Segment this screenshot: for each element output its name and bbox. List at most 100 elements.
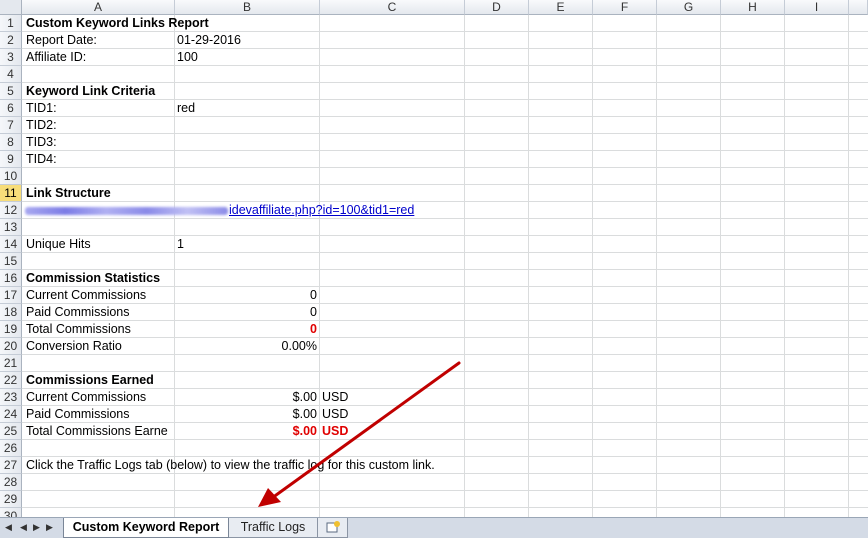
paid-commissions-label[interactable]: Paid Commissions [26, 304, 130, 321]
current-commissions-value[interactable]: 0 [175, 287, 317, 304]
first-sheet-icon[interactable]: ◀ [5, 522, 12, 533]
row-header-18[interactable]: 18 [0, 304, 22, 321]
gridline-horizontal [22, 65, 868, 66]
row-header-30[interactable]: 30 [0, 508, 22, 517]
total-commissions-label[interactable]: Total Commissions [26, 321, 131, 338]
row-header-21[interactable]: 21 [0, 355, 22, 372]
current-commissions-label[interactable]: Current Commissions [26, 287, 146, 304]
row-header-9[interactable]: 9 [0, 151, 22, 168]
row-header-15[interactable]: 15 [0, 253, 22, 270]
earned-current-currency[interactable]: USD [322, 389, 348, 406]
row-header-27[interactable]: 27 [0, 457, 22, 474]
row-header-1[interactable]: 1 [0, 15, 22, 32]
row-header-11[interactable]: 11 [0, 185, 22, 202]
column-header-b[interactable]: B [175, 0, 320, 15]
earned-paid-label[interactable]: Paid Commissions [26, 406, 130, 423]
row-header-20[interactable]: 20 [0, 338, 22, 355]
row-header-3[interactable]: 3 [0, 49, 22, 66]
unique-hits-value[interactable]: 1 [177, 236, 184, 253]
gridline-horizontal [22, 150, 868, 151]
conversion-ratio-label[interactable]: Conversion Ratio [26, 338, 122, 355]
tid1-label[interactable]: TID1: [26, 100, 57, 117]
column-header-i[interactable]: I [785, 0, 849, 15]
gridline-horizontal [22, 48, 868, 49]
row-header-5[interactable]: 5 [0, 83, 22, 100]
earned-total-label[interactable]: Total Commissions Earne [26, 423, 175, 440]
total-commissions-value[interactable]: 0 [175, 321, 317, 338]
row-header-24[interactable]: 24 [0, 406, 22, 423]
gridline-vertical [656, 15, 657, 517]
tid4-label[interactable]: TID4: [26, 151, 57, 168]
column-header-g[interactable]: G [657, 0, 721, 15]
tid3-label[interactable]: TID3: [26, 134, 57, 151]
row-header-10[interactable]: 10 [0, 168, 22, 185]
row-header-23[interactable]: 23 [0, 389, 22, 406]
report-title[interactable]: Custom Keyword Links Report [26, 15, 209, 32]
affiliate-id-label[interactable]: Affiliate ID: [26, 49, 86, 66]
row-header-16[interactable]: 16 [0, 270, 22, 287]
unique-hits-label[interactable]: Unique Hits [26, 236, 91, 253]
earned-current-label[interactable]: Current Commissions [26, 389, 146, 406]
paid-commissions-value[interactable]: 0 [175, 304, 317, 321]
affiliate-link[interactable]: idevaffiliate.php?id=100&tid1=red [229, 203, 414, 217]
column-header-a[interactable]: A [22, 0, 175, 15]
row-header-8[interactable]: 8 [0, 134, 22, 151]
column-header-c[interactable]: C [320, 0, 465, 15]
column-header-f[interactable]: F [593, 0, 657, 15]
tab-traffic-logs[interactable]: Traffic Logs [229, 518, 318, 538]
gridline-horizontal [22, 167, 868, 168]
gridline-vertical [464, 15, 465, 517]
gridline-horizontal [22, 337, 868, 338]
gridline-horizontal [22, 184, 868, 185]
column-header-d[interactable]: D [465, 0, 529, 15]
traffic-log-note[interactable]: Click the Traffic Logs tab (below) to vi… [26, 457, 435, 474]
gridline-vertical [784, 15, 785, 517]
link-structure-heading[interactable]: Link Structure [26, 185, 111, 202]
row-header-25[interactable]: 25 [0, 423, 22, 440]
row-header-13[interactable]: 13 [0, 219, 22, 236]
row-header-22[interactable]: 22 [0, 372, 22, 389]
earned-total-value[interactable]: $.00 [175, 423, 317, 440]
conversion-ratio-value[interactable]: 0.00% [175, 338, 317, 355]
row-header-7[interactable]: 7 [0, 117, 22, 134]
earned-total-currency[interactable]: USD [322, 423, 348, 440]
row-header-19[interactable]: 19 [0, 321, 22, 338]
criteria-heading[interactable]: Keyword Link Criteria [26, 83, 155, 100]
last-sheet-icon[interactable]: ▶ [46, 522, 53, 533]
spreadsheet-grid[interactable]: ABCDEFGHI 1 2 3 4 5 6 7 8 9 10 11 12 13 14 15 16 17 18 19 2… [0, 0, 868, 517]
earned-current-value[interactable]: $.00 [175, 389, 317, 406]
earned-paid-value[interactable]: $.00 [175, 406, 317, 423]
affiliate-id-value[interactable]: 100 [177, 49, 198, 66]
row-header-14[interactable]: 14 [0, 236, 22, 253]
insert-sheet-icon [326, 521, 340, 533]
next-sheet-icon[interactable]: ▶ [33, 522, 40, 533]
column-header-e[interactable]: E [529, 0, 593, 15]
row-header-17[interactable]: 17 [0, 287, 22, 304]
report-date-label[interactable]: Report Date: [26, 32, 97, 49]
earned-paid-currency[interactable]: USD [322, 406, 348, 423]
row-header-4[interactable]: 4 [0, 66, 22, 83]
prev-sheet-icon[interactable]: ◀ [20, 522, 27, 533]
row-header-12[interactable]: 12 [0, 202, 22, 219]
report-date-value[interactable]: 01-29-2016 [177, 32, 241, 49]
select-all-corner[interactable] [0, 0, 22, 15]
tab-custom-keyword-report[interactable]: Custom Keyword Report [63, 518, 229, 538]
insert-sheet-button[interactable] [318, 518, 348, 538]
gridline-horizontal [22, 490, 868, 491]
commissions-earned-heading[interactable]: Commissions Earned [26, 372, 154, 389]
row-header-26[interactable]: 26 [0, 440, 22, 457]
row-header-2[interactable]: 2 [0, 32, 22, 49]
gridline-horizontal [22, 116, 868, 117]
link-structure-cell[interactable]: idevaffiliate.php?id=100&tid1=red [25, 202, 414, 219]
column-header-partial[interactable] [849, 0, 868, 15]
commission-stats-heading[interactable]: Commission Statistics [26, 270, 160, 287]
row-header-28[interactable]: 28 [0, 474, 22, 491]
tid2-label[interactable]: TID2: [26, 117, 57, 134]
sheet-tab-bar: ◀ ◀ ▶ ▶ Custom Keyword Report Traffic Lo… [0, 517, 868, 538]
row-header-6[interactable]: 6 [0, 100, 22, 117]
row-header-29[interactable]: 29 [0, 491, 22, 508]
column-header-h[interactable]: H [721, 0, 785, 15]
tid1-value[interactable]: red [177, 100, 195, 117]
gridline-horizontal [22, 354, 868, 355]
gridline-horizontal [22, 133, 868, 134]
